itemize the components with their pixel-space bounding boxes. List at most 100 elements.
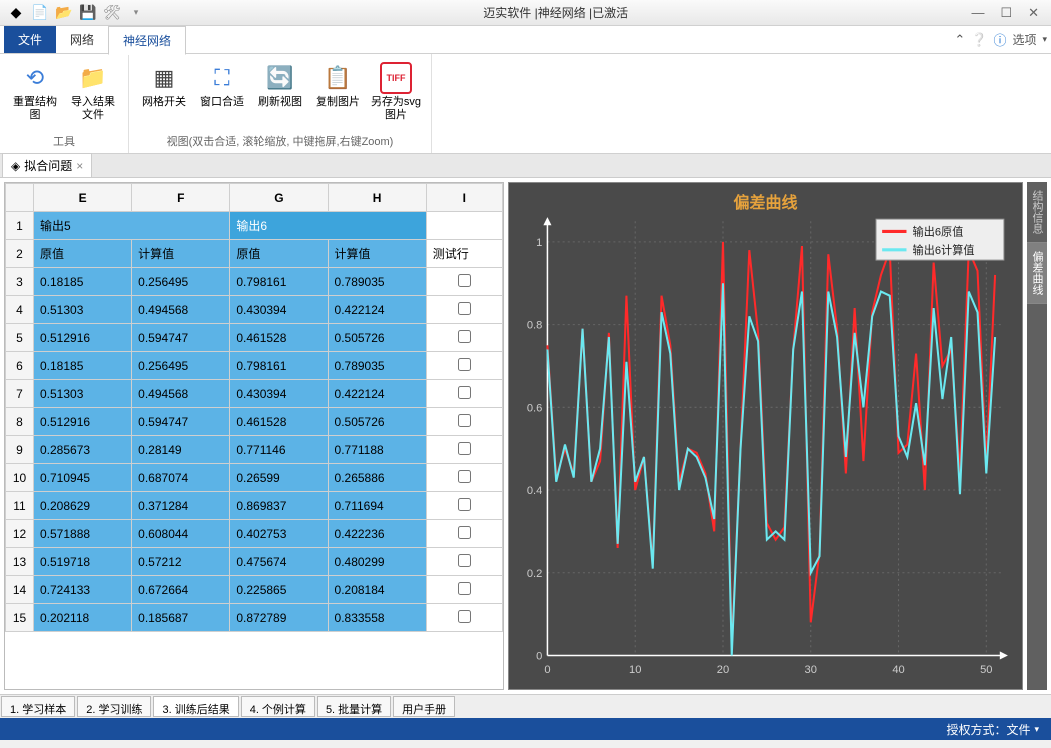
cell-7-g[interactable]: 0.430394 — [230, 380, 328, 408]
cell-13-check[interactable] — [426, 548, 502, 576]
cell-6-check[interactable] — [426, 352, 502, 380]
cell-15-check[interactable] — [426, 604, 502, 632]
testrow-check-5[interactable] — [458, 330, 471, 343]
cell-4-e[interactable]: 0.51303 — [34, 296, 132, 324]
cell-8-e[interactable]: 0.512916 — [34, 408, 132, 436]
cell-8-g[interactable]: 0.461528 — [230, 408, 328, 436]
cell-5-check[interactable] — [426, 324, 502, 352]
testrow-check-12[interactable] — [458, 526, 471, 539]
cell-14-f[interactable]: 0.672664 — [132, 576, 230, 604]
testrow-check-6[interactable] — [458, 358, 471, 371]
cell-10-e[interactable]: 0.710945 — [34, 464, 132, 492]
cell-14-check[interactable] — [426, 576, 502, 604]
menu-tab-network[interactable]: 网络 — [56, 26, 108, 53]
cell-6-h[interactable]: 0.789035 — [328, 352, 426, 380]
cell-7-e[interactable]: 0.51303 — [34, 380, 132, 408]
testrow-check-7[interactable] — [458, 386, 471, 399]
menu-tab-nn[interactable]: 神经网络 — [108, 26, 186, 55]
side-tab-struct[interactable]: 结构信息 — [1027, 182, 1047, 243]
testrow-check-4[interactable] — [458, 302, 471, 315]
close-button[interactable]: ✕ — [1028, 5, 1039, 21]
cell-11-h[interactable]: 0.711694 — [328, 492, 426, 520]
cell-3-f[interactable]: 0.256495 — [132, 268, 230, 296]
cell-11-e[interactable]: 0.208629 — [34, 492, 132, 520]
row-15[interactable]: 15 — [6, 604, 34, 632]
minimize-button[interactable]: — — [971, 5, 984, 21]
cell-5-f[interactable]: 0.594747 — [132, 324, 230, 352]
cell-7-f[interactable]: 0.494568 — [132, 380, 230, 408]
testrow-check-13[interactable] — [458, 554, 471, 567]
row-12[interactable]: 12 — [6, 520, 34, 548]
row-3[interactable]: 3 — [6, 268, 34, 296]
row-10[interactable]: 10 — [6, 464, 34, 492]
cell-6-f[interactable]: 0.256495 — [132, 352, 230, 380]
maximize-button[interactable]: ☐ — [1000, 5, 1012, 21]
cell-9-e[interactable]: 0.285673 — [34, 436, 132, 464]
row-8[interactable]: 8 — [6, 408, 34, 436]
ribbon-btn-1-0[interactable]: ▦网格开关 — [135, 58, 193, 131]
bottom-tab-2[interactable]: 3. 训练后结果 — [153, 696, 238, 717]
cell-10-f[interactable]: 0.687074 — [132, 464, 230, 492]
col-F[interactable]: F — [132, 184, 230, 212]
row-14[interactable]: 14 — [6, 576, 34, 604]
info-icon[interactable]: ⓘ — [993, 30, 1006, 49]
col-H[interactable]: H — [328, 184, 426, 212]
cell-11-g[interactable]: 0.869837 — [230, 492, 328, 520]
cell-7-h[interactable]: 0.422124 — [328, 380, 426, 408]
menu-file[interactable]: 文件 — [4, 26, 56, 53]
qat-tools-icon[interactable]: 🛠 — [104, 5, 120, 21]
cell-13-e[interactable]: 0.519718 — [34, 548, 132, 576]
cell-12-e[interactable]: 0.571888 — [34, 520, 132, 548]
row-11[interactable]: 11 — [6, 492, 34, 520]
cell-4-h[interactable]: 0.422124 — [328, 296, 426, 324]
bottom-tab-3[interactable]: 4. 个例计算 — [241, 696, 315, 717]
row-2[interactable]: 2 — [6, 240, 34, 268]
cell-12-h[interactable]: 0.422236 — [328, 520, 426, 548]
row-7[interactable]: 7 — [6, 380, 34, 408]
cell-3-g[interactable]: 0.798161 — [230, 268, 328, 296]
ribbon-btn-0-0[interactable]: ⟲重置结构图 — [6, 58, 64, 131]
cell-3-e[interactable]: 0.18185 — [34, 268, 132, 296]
deviation-chart[interactable]: 0102030405000.20.40.60.81输出6原值输出6计算值 — [517, 211, 1014, 681]
row-9[interactable]: 9 — [6, 436, 34, 464]
cell-5-e[interactable]: 0.512916 — [34, 324, 132, 352]
ribbon-btn-1-4[interactable]: TIFF另存为svg图片 — [367, 58, 425, 131]
testrow-check-10[interactable] — [458, 470, 471, 483]
qat-dropdown-icon[interactable]: ▾ — [128, 5, 144, 21]
bottom-tab-5[interactable]: 用户手册 — [393, 696, 455, 717]
cell-10-h[interactable]: 0.265886 — [328, 464, 426, 492]
testrow-check-15[interactable] — [458, 610, 471, 623]
cell-9-check[interactable] — [426, 436, 502, 464]
col-I[interactable]: I — [426, 184, 502, 212]
cell-13-h[interactable]: 0.480299 — [328, 548, 426, 576]
cell-12-f[interactable]: 0.608044 — [132, 520, 230, 548]
cell-5-h[interactable]: 0.505726 — [328, 324, 426, 352]
testrow-check-8[interactable] — [458, 414, 471, 427]
ribbon-btn-1-1[interactable]: ⛶窗口合适 — [193, 58, 251, 131]
testrow-check-11[interactable] — [458, 498, 471, 511]
header-out5[interactable]: 输出5 — [34, 212, 230, 240]
cell-4-g[interactable]: 0.430394 — [230, 296, 328, 324]
cell-6-e[interactable]: 0.18185 — [34, 352, 132, 380]
cell-7-check[interactable] — [426, 380, 502, 408]
cell-1-I[interactable] — [426, 212, 502, 240]
cell-15-g[interactable]: 0.872789 — [230, 604, 328, 632]
row-4[interactable]: 4 — [6, 296, 34, 324]
h2-h[interactable]: 计算值 — [328, 240, 426, 268]
testrow-check-3[interactable] — [458, 274, 471, 287]
cell-15-h[interactable]: 0.833558 — [328, 604, 426, 632]
cell-11-f[interactable]: 0.371284 — [132, 492, 230, 520]
cell-11-check[interactable] — [426, 492, 502, 520]
cell-3-check[interactable] — [426, 268, 502, 296]
col-E[interactable]: E — [34, 184, 132, 212]
cell-12-g[interactable]: 0.402753 — [230, 520, 328, 548]
bottom-tab-0[interactable]: 1. 学习样本 — [1, 696, 75, 717]
doc-tab-close-icon[interactable]: × — [76, 159, 83, 173]
cell-9-f[interactable]: 0.28149 — [132, 436, 230, 464]
cell-5-g[interactable]: 0.461528 — [230, 324, 328, 352]
cell-3-h[interactable]: 0.789035 — [328, 268, 426, 296]
options-dropdown-icon[interactable]: ▾ — [1042, 34, 1047, 45]
h2-e[interactable]: 原值 — [34, 240, 132, 268]
qat-save-icon[interactable]: 💾 — [80, 5, 96, 21]
qat-open-icon[interactable]: 📂 — [56, 5, 72, 21]
